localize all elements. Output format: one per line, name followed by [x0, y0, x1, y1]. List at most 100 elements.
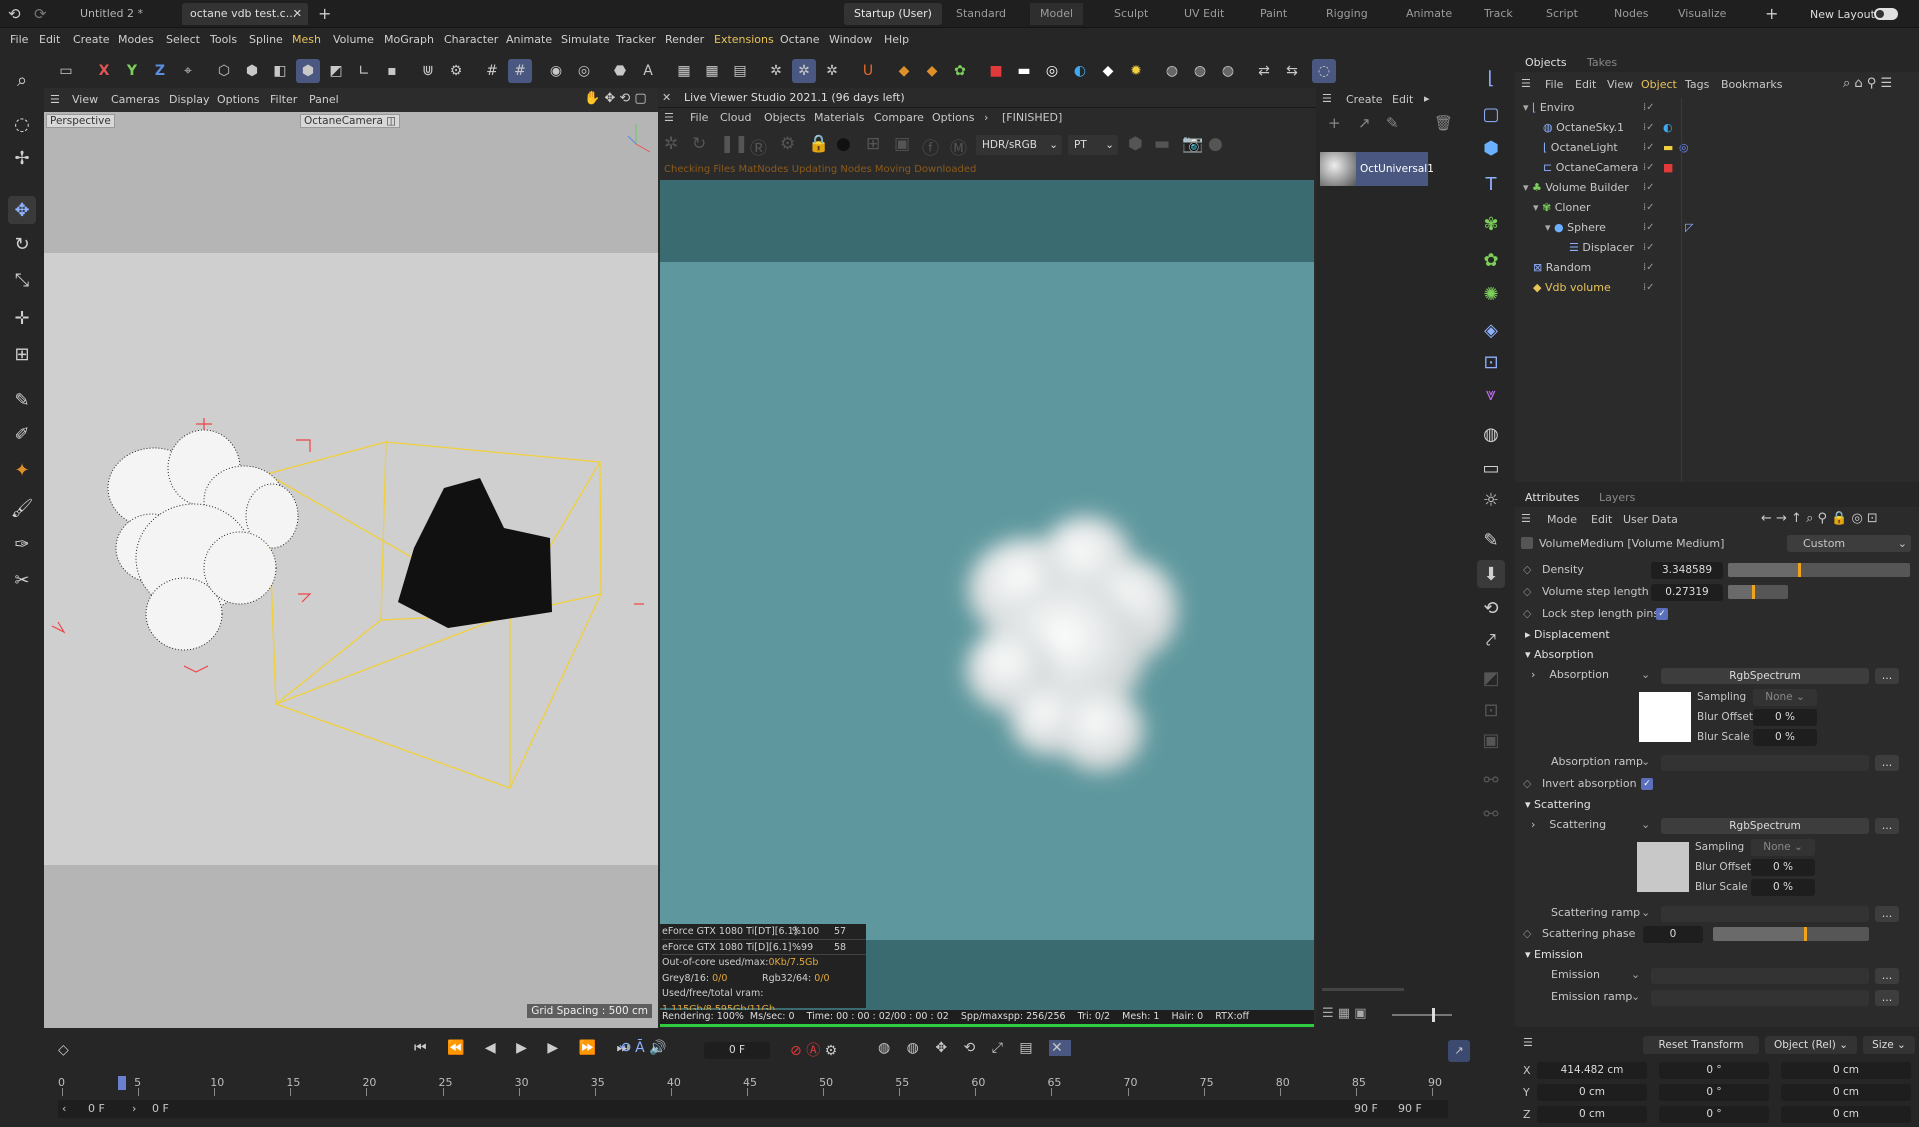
clapper-icon[interactable]: ▦: [672, 59, 696, 83]
lv-lock-icon[interactable]: 🔒: [808, 134, 829, 154]
octane-swirl-icon[interactable]: ◌: [1312, 59, 1336, 83]
object-row-vdb-volume[interactable]: ◆ Vdb volume: [1533, 278, 1611, 298]
layout-tab-sculpt[interactable]: Sculpt: [1104, 3, 1158, 25]
layout-tab-track[interactable]: Track: [1474, 3, 1523, 25]
text-object-icon[interactable]: T: [1477, 170, 1505, 198]
rot-z-field[interactable]: 0 °: [1659, 1106, 1769, 1123]
obj-menu-file[interactable]: File: [1545, 78, 1563, 91]
viewport-menu-panel[interactable]: Panel: [309, 93, 339, 106]
pos-x-field[interactable]: 414.482 cm: [1537, 1062, 1647, 1079]
density-slider[interactable]: [1728, 563, 1910, 577]
camera-object-icon[interactable]: ⌊: [1477, 64, 1505, 92]
sca-sampling-select[interactable]: None ⌄: [1751, 839, 1815, 856]
octane-hdri-icon[interactable]: ◆: [1096, 59, 1120, 83]
axis-mode-icon[interactable]: ∟: [352, 59, 376, 83]
attr-nav-icons[interactable]: ← → ↑ ⌕ ⚲ 🔒 ◎ ⊡: [1761, 511, 1878, 526]
layout-tab-rigging[interactable]: Rigging: [1316, 3, 1378, 25]
deformer-icon[interactable]: ◈: [1477, 316, 1505, 344]
size-z-field[interactable]: 0 cm: [1781, 1106, 1911, 1123]
menu-character[interactable]: Character: [444, 33, 498, 46]
live-select-icon[interactable]: ◌: [8, 110, 36, 138]
close-icon[interactable]: ✕: [662, 91, 671, 104]
search-icon[interactable]: ⌕: [8, 66, 36, 94]
lv-menu-arrow-icon[interactable]: ›: [984, 111, 988, 124]
lv-circle-icon[interactable]: ●: [1208, 134, 1223, 154]
render-settings-icon[interactable]: A: [636, 59, 660, 83]
lv-cube-icon[interactable]: ⬢: [1128, 134, 1143, 154]
pos-y-field[interactable]: 0 cm: [1537, 1084, 1647, 1101]
viewport-menu-filter[interactable]: Filter: [270, 93, 297, 106]
paint-icon[interactable]: ✑: [8, 530, 36, 558]
octane-flow-icon[interactable]: ⇆: [1280, 59, 1304, 83]
absorption-dropdown-icon[interactable]: ⌄: [1641, 668, 1650, 681]
octane-blend-icon[interactable]: ◍: [1188, 59, 1212, 83]
emission-more-button[interactable]: …: [1875, 968, 1899, 984]
emission-button[interactable]: [1651, 968, 1869, 984]
menu-help[interactable]: Help: [884, 33, 909, 46]
knife-icon[interactable]: ✂: [8, 566, 36, 594]
range-max[interactable]: 90 F: [1398, 1102, 1422, 1115]
layout-tab-model[interactable]: Model: [1030, 3, 1084, 25]
volume-icon[interactable]: ⩔: [1477, 380, 1505, 408]
lv-add-icon[interactable]: ⊞: [866, 134, 880, 154]
scale-icon[interactable]: ⤡: [8, 266, 36, 294]
material-menu-create[interactable]: Create: [1346, 93, 1383, 106]
spline-object-icon[interactable]: ▢: [1477, 100, 1505, 128]
current-frame-field[interactable]: 0 F: [704, 1042, 770, 1059]
undo-icon[interactable]: ⟲: [8, 5, 21, 23]
invert-absorption-checkbox[interactable]: ✓: [1641, 778, 1653, 790]
magnet-icon[interactable]: ⋓: [416, 59, 440, 83]
scattering-ramp-dropdown-icon[interactable]: ⌄: [1641, 906, 1650, 919]
menu-render[interactable]: Render: [665, 33, 704, 46]
material-name[interactable]: OctUniversal1: [1356, 152, 1434, 186]
rot-x-field[interactable]: 0 °: [1659, 1062, 1769, 1079]
menu-volume[interactable]: Volume: [333, 33, 374, 46]
viewport-menu-options[interactable]: Options: [217, 93, 259, 106]
object-row-cloner[interactable]: ▾ ✾ Cloner: [1533, 198, 1590, 218]
size-y-field[interactable]: 0 cm: [1781, 1084, 1911, 1101]
coord-size-select[interactable]: Size ⌄: [1863, 1036, 1915, 1054]
lock-step-checkbox[interactable]: ✓: [1656, 608, 1668, 620]
trash-icon[interactable]: 🗑: [1434, 114, 1453, 132]
menu-window[interactable]: Window: [829, 33, 872, 46]
object-row-octanelight[interactable]: ⌊ OctaneLight ▬ ◎: [1543, 138, 1689, 158]
doc-tab-untitled[interactable]: Untitled 2 *: [72, 3, 151, 25]
lv-menu-compare[interactable]: Compare: [874, 111, 924, 124]
tab-takes[interactable]: Takes: [1587, 56, 1617, 69]
model-mode-icon[interactable]: ⬢: [296, 59, 320, 83]
axis-x-toggle[interactable]: X: [92, 59, 116, 83]
lv-menu-cloud[interactable]: Cloud: [720, 111, 751, 124]
add-layout-icon[interactable]: +: [1765, 4, 1778, 23]
absorption-shader-button[interactable]: RgbSpectrum: [1661, 668, 1869, 684]
absorption-ramp-dropdown-icon[interactable]: ⌄: [1641, 755, 1650, 768]
texture-mode-icon[interactable]: ▪: [380, 59, 404, 83]
lv-material-icon[interactable]: Ⓜ: [950, 134, 967, 159]
preset-select[interactable]: Custom ⌄: [1787, 535, 1911, 552]
hamburger-icon[interactable]: ☰: [1521, 77, 1531, 90]
obj-menu-view[interactable]: View: [1607, 78, 1633, 91]
object-row-enviro[interactable]: ▾ ⌊ Enviro: [1523, 98, 1574, 118]
record-controls[interactable]: ⊘ Ⓐ ⚙: [790, 1040, 837, 1060]
obj-menu-bookmarks[interactable]: Bookmarks: [1721, 78, 1782, 91]
obj-toolbar-icons[interactable]: ⌕ ⌂ ⚲ ☰: [1843, 76, 1892, 91]
octane-sun-icon[interactable]: ✹: [1124, 59, 1148, 83]
generator-icon[interactable]: ✾: [1477, 210, 1505, 238]
range-start[interactable]: 0 F: [88, 1102, 105, 1115]
loop-icon[interactable]: ⟲: [1477, 594, 1505, 622]
scattering-dropdown-icon[interactable]: ⌄: [1641, 818, 1650, 831]
object-row-octanecamera[interactable]: ⊏ OctaneCamera ■: [1543, 158, 1673, 178]
object-row-volume-builder[interactable]: ▾ ♣ Volume Builder: [1523, 178, 1629, 198]
loop-controls[interactable]: ⟲ Ā 🔊: [619, 1040, 667, 1056]
object-row-sphere[interactable]: ▾ ● Sphere ◸: [1545, 218, 1693, 238]
abs-blur-scale-field[interactable]: 0 %: [1753, 729, 1817, 746]
material-scrollbar[interactable]: [1322, 988, 1404, 991]
viewport-menu-cameras[interactable]: Cameras: [111, 93, 160, 106]
axis-y-toggle[interactable]: Y: [120, 59, 144, 83]
attr-menu-edit[interactable]: Edit: [1591, 513, 1612, 526]
section-absorption[interactable]: ▾ Absorption: [1525, 645, 1594, 665]
grid-icon[interactable]: #: [480, 59, 504, 83]
visibility-column[interactable]: ⁞✓ ⁞✓ ⁞✓ ⁞✓ ⁞✓ ⁞✓ ⁞✓ ⁞✓ ⁞✓ ⁞✓: [1643, 98, 1683, 298]
playback-controls[interactable]: ⏮ ⏪ ◀ ▶ ▶ ⏩ ⏭: [414, 1040, 637, 1056]
light-icon[interactable]: ☼: [1477, 486, 1505, 514]
material-zoom-slider[interactable]: [1392, 1008, 1452, 1022]
